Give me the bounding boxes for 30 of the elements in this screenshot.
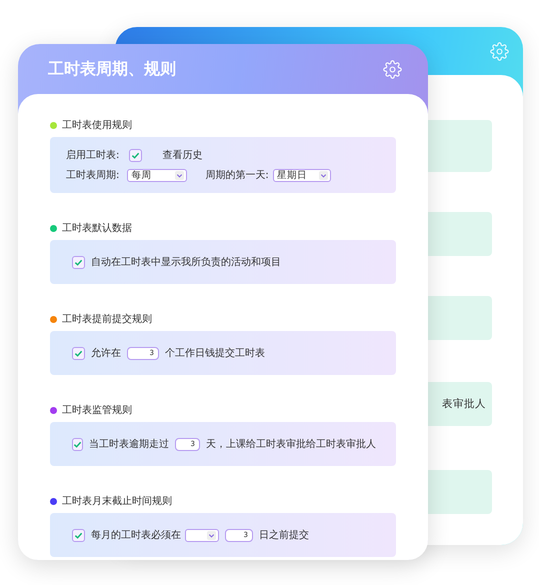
option-label: 周期的第一天: <box>205 168 269 182</box>
option-label: 启用工时表: <box>66 148 120 162</box>
checkbox[interactable] <box>72 438 83 450</box>
section-title: 工时表默认数据 <box>62 222 132 235</box>
option-label: 允许在 <box>91 346 121 360</box>
window-title: 工时表周期、规则 <box>48 58 176 80</box>
option-label: 自动在工时表中显示我所负责的活动和项目 <box>91 256 281 269</box>
dropdown[interactable]: 星期日 <box>272 168 331 182</box>
section-title: 工时表监管规则 <box>62 404 132 417</box>
caret-icon <box>318 170 328 180</box>
caret-icon <box>207 530 216 540</box>
section-title: 工时表提前提交规则 <box>62 312 152 326</box>
section-title: 工时表使用规则 <box>62 118 132 132</box>
option-label: 日之前提交 <box>259 528 309 542</box>
option-label: 个工作日钱提交工时表 <box>165 346 265 360</box>
checkbox[interactable] <box>72 256 85 268</box>
checkbox[interactable] <box>72 346 85 360</box>
checkbox[interactable] <box>72 528 85 542</box>
section-title: 工时表月末截止时间规则 <box>62 494 172 508</box>
dropdown[interactable]: 每周 <box>127 168 188 182</box>
option-label: 天，上课给工时表审批给工时表审批人 <box>206 438 376 451</box>
dropdown[interactable] <box>185 528 219 542</box>
option-label: 当工时表逾期走过 <box>89 438 169 451</box>
settings-icon[interactable] <box>490 42 509 60</box>
option-label: 每月的工时表必须在 <box>91 528 181 542</box>
option-label: 工时表周期: <box>66 168 120 182</box>
approver-text-fragment: 表审批人 <box>442 397 486 411</box>
checkbox[interactable] <box>129 148 142 162</box>
history-link[interactable]: 查看历史 <box>162 148 202 162</box>
caret-icon <box>175 170 184 180</box>
